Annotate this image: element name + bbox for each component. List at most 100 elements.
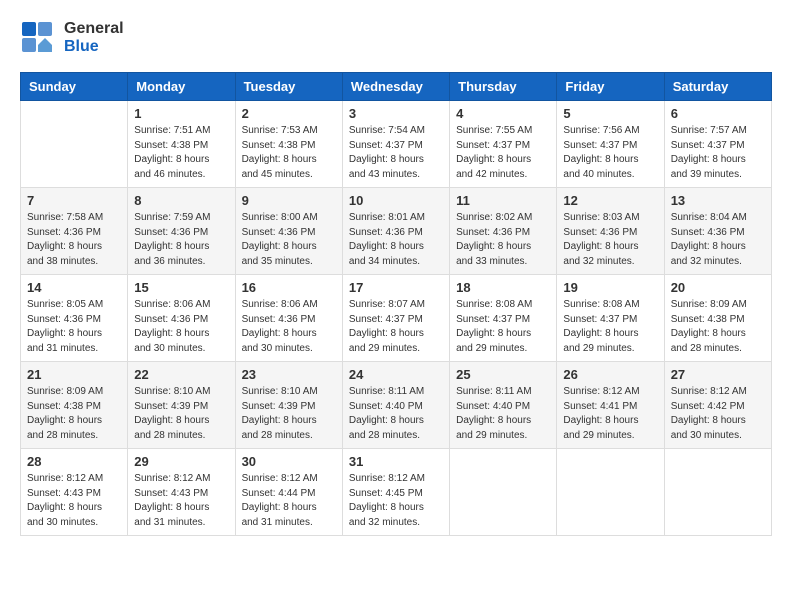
calendar-cell: 12 Sunrise: 8:03 AMSunset: 4:36 PMDayligh… (557, 188, 664, 275)
day-info: Sunrise: 8:09 AMSunset: 4:38 PMDaylight:… (27, 385, 121, 443)
day-number: 25 (456, 367, 550, 382)
logo-icon (20, 20, 56, 56)
calendar-cell (664, 449, 771, 536)
day-number: 17 (349, 280, 443, 295)
day-number: 31 (349, 454, 443, 469)
calendar-cell: 10 Sunrise: 8:01 AMSunset: 4:36 PMDayligh… (342, 188, 449, 275)
calendar-cell: 5 Sunrise: 7:56 AMSunset: 4:37 PMDaylight… (557, 101, 664, 188)
calendar-cell: 22Sunrise: 8:10 AMSunset: 4:39 PMDayligh… (128, 362, 235, 449)
day-number: 10 (349, 193, 443, 208)
weekday-header-tuesday: Tuesday (235, 73, 342, 101)
calendar-week-2: 7 Sunrise: 7:58 AMSunset: 4:36 PMDaylight… (21, 188, 772, 275)
calendar-cell: 26 Sunrise: 8:12 AMSunset: 4:41 PMDayligh… (557, 362, 664, 449)
day-number: 2 (242, 106, 336, 121)
day-info: Sunrise: 8:12 AMSunset: 4:43 PMDaylight:… (27, 472, 121, 530)
calendar-cell (21, 101, 128, 188)
calendar-cell: 8Sunrise: 7:59 AMSunset: 4:36 PMDaylight… (128, 188, 235, 275)
weekday-header-friday: Friday (557, 73, 664, 101)
day-info: Sunrise: 7:55 AMSunset: 4:37 PMDaylight:… (456, 124, 550, 182)
day-number: 5 (563, 106, 657, 121)
day-info: Sunrise: 8:12 AMSunset: 4:45 PMDaylight:… (349, 472, 443, 530)
calendar-cell (557, 449, 664, 536)
day-info: Sunrise: 8:03 AMSunset: 4:36 PMDaylight:… (563, 211, 657, 269)
calendar-cell: 2 Sunrise: 7:53 AMSunset: 4:38 PMDaylight… (235, 101, 342, 188)
calendar-cell: 14 Sunrise: 8:05 AMSunset: 4:36 PMDayligh… (21, 275, 128, 362)
day-info: Sunrise: 8:12 AMSunset: 4:44 PMDaylight:… (242, 472, 336, 530)
calendar-cell: 24 Sunrise: 8:11 AMSunset: 4:40 PMDayligh… (342, 362, 449, 449)
day-info: Sunrise: 7:51 AMSunset: 4:38 PMDaylight:… (134, 124, 228, 182)
calendar-cell: 21 Sunrise: 8:09 AMSunset: 4:38 PMDayligh… (21, 362, 128, 449)
day-number: 12 (563, 193, 657, 208)
day-number: 11 (456, 193, 550, 208)
day-number: 1 (134, 106, 228, 121)
day-number: 13 (671, 193, 765, 208)
day-number: 6 (671, 106, 765, 121)
day-number: 14 (27, 280, 121, 295)
calendar-cell: 28 Sunrise: 8:12 AMSunset: 4:43 PMDayligh… (21, 449, 128, 536)
day-number: 8 (134, 193, 228, 208)
logo-blue: Blue (64, 38, 99, 55)
calendar-cell: 18Sunrise: 8:08 AMSunset: 4:37 PMDayligh… (450, 275, 557, 362)
day-info: Sunrise: 7:53 AMSunset: 4:38 PMDaylight:… (242, 124, 336, 182)
day-number: 16 (242, 280, 336, 295)
day-info: Sunrise: 8:01 AMSunset: 4:36 PMDaylight:… (349, 211, 443, 269)
calendar-cell: 7 Sunrise: 7:58 AMSunset: 4:36 PMDaylight… (21, 188, 128, 275)
weekday-header-thursday: Thursday (450, 73, 557, 101)
day-number: 24 (349, 367, 443, 382)
logo: General Blue (20, 20, 124, 56)
day-info: Sunrise: 8:06 AMSunset: 4:36 PMDaylight:… (242, 298, 336, 356)
day-info: Sunrise: 8:12 AMSunset: 4:42 PMDaylight:… (671, 385, 765, 443)
day-info: Sunrise: 8:08 AMSunset: 4:37 PMDaylight:… (456, 298, 550, 356)
day-info: Sunrise: 8:05 AMSunset: 4:36 PMDaylight:… (27, 298, 121, 356)
day-info: Sunrise: 8:04 AMSunset: 4:36 PMDaylight:… (671, 211, 765, 269)
day-number: 7 (27, 193, 121, 208)
day-info: Sunrise: 8:11 AMSunset: 4:40 PMDaylight:… (456, 385, 550, 443)
day-number: 30 (242, 454, 336, 469)
calendar-cell: 1 Sunrise: 7:51 AMSunset: 4:38 PMDaylight… (128, 101, 235, 188)
day-info: Sunrise: 8:09 AMSunset: 4:38 PMDaylight:… (671, 298, 765, 356)
day-info: Sunrise: 7:58 AMSunset: 4:36 PMDaylight:… (27, 211, 121, 269)
calendar-cell: 19Sunrise: 8:08 AMSunset: 4:37 PMDayligh… (557, 275, 664, 362)
page-header: General Blue (20, 20, 772, 56)
day-info: Sunrise: 8:07 AMSunset: 4:37 PMDaylight:… (349, 298, 443, 356)
day-number: 23 (242, 367, 336, 382)
day-number: 27 (671, 367, 765, 382)
calendar-cell: 9Sunrise: 8:00 AMSunset: 4:36 PMDaylight… (235, 188, 342, 275)
day-info: Sunrise: 7:56 AMSunset: 4:37 PMDaylight:… (563, 124, 657, 182)
day-number: 19 (563, 280, 657, 295)
calendar-cell: 4 Sunrise: 7:55 AMSunset: 4:37 PMDaylight… (450, 101, 557, 188)
calendar-cell: 20 Sunrise: 8:09 AMSunset: 4:38 PMDayligh… (664, 275, 771, 362)
day-info: Sunrise: 8:10 AMSunset: 4:39 PMDaylight:… (134, 385, 228, 443)
calendar-cell: 13 Sunrise: 8:04 AMSunset: 4:36 PMDayligh… (664, 188, 771, 275)
day-info: Sunrise: 8:06 AMSunset: 4:36 PMDaylight:… (134, 298, 228, 356)
calendar-cell: 31 Sunrise: 8:12 AMSunset: 4:45 PMDayligh… (342, 449, 449, 536)
calendar-cell: 6 Sunrise: 7:57 AMSunset: 4:37 PMDaylight… (664, 101, 771, 188)
calendar-cell (450, 449, 557, 536)
calendar-cell: 25 Sunrise: 8:11 AMSunset: 4:40 PMDayligh… (450, 362, 557, 449)
calendar-week-3: 14 Sunrise: 8:05 AMSunset: 4:36 PMDayligh… (21, 275, 772, 362)
calendar-week-5: 28 Sunrise: 8:12 AMSunset: 4:43 PMDayligh… (21, 449, 772, 536)
day-number: 20 (671, 280, 765, 295)
day-info: Sunrise: 8:11 AMSunset: 4:40 PMDaylight:… (349, 385, 443, 443)
calendar-body: 1 Sunrise: 7:51 AMSunset: 4:38 PMDaylight… (21, 101, 772, 536)
day-number: 21 (27, 367, 121, 382)
calendar-cell: 15 Sunrise: 8:06 AMSunset: 4:36 PMDayligh… (128, 275, 235, 362)
calendar-cell: 23Sunrise: 8:10 AMSunset: 4:39 PMDayligh… (235, 362, 342, 449)
calendar-table: SundayMondayTuesdayWednesdayThursdayFrid… (20, 72, 772, 536)
day-info: Sunrise: 7:57 AMSunset: 4:37 PMDaylight:… (671, 124, 765, 182)
calendar-cell: 11Sunrise: 8:02 AMSunset: 4:36 PMDayligh… (450, 188, 557, 275)
calendar-header: SundayMondayTuesdayWednesdayThursdayFrid… (21, 73, 772, 101)
calendar-cell: 29Sunrise: 8:12 AMSunset: 4:43 PMDayligh… (128, 449, 235, 536)
day-info: Sunrise: 8:00 AMSunset: 4:36 PMDaylight:… (242, 211, 336, 269)
weekday-row: SundayMondayTuesdayWednesdayThursdayFrid… (21, 73, 772, 101)
weekday-header-saturday: Saturday (664, 73, 771, 101)
day-number: 15 (134, 280, 228, 295)
day-number: 4 (456, 106, 550, 121)
weekday-header-sunday: Sunday (21, 73, 128, 101)
day-number: 3 (349, 106, 443, 121)
day-number: 26 (563, 367, 657, 382)
calendar-week-4: 21 Sunrise: 8:09 AMSunset: 4:38 PMDayligh… (21, 362, 772, 449)
day-info: Sunrise: 8:12 AMSunset: 4:41 PMDaylight:… (563, 385, 657, 443)
day-number: 28 (27, 454, 121, 469)
calendar-cell: 16 Sunrise: 8:06 AMSunset: 4:36 PMDayligh… (235, 275, 342, 362)
